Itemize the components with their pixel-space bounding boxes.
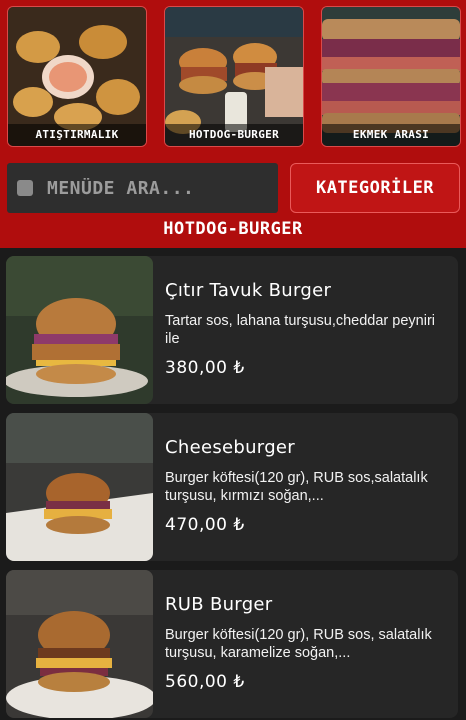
item-image-cheeseburger <box>6 413 153 561</box>
category-tile-atistirmalik[interactable]: ATIŞTIRMALIK <box>7 6 147 147</box>
category-label: EKMEK ARASI <box>322 124 460 146</box>
search-icon <box>17 180 33 196</box>
search-box[interactable] <box>7 163 278 213</box>
category-label: ATIŞTIRMALIK <box>8 124 146 146</box>
item-image-citir-tavuk-burger <box>6 256 153 404</box>
menu-item-card[interactable]: Çıtır Tavuk Burger Tartar sos, lahana tu… <box>6 256 458 404</box>
item-image-rub-burger <box>6 570 153 718</box>
item-name: RUB Burger <box>165 594 273 615</box>
section-title: HOTDOG-BURGER <box>163 219 303 239</box>
category-tile-ekmek-arasi[interactable]: EKMEK ARASI <box>321 6 461 147</box>
category-label: HOTDOG-BURGER <box>165 124 303 146</box>
menu-item-card[interactable]: Cheeseburger Burger köftesi(120 gr), RUB… <box>6 413 458 561</box>
item-description: Burger köftesi(120 gr), RUB sos,salatalı… <box>165 470 428 504</box>
categories-button[interactable]: KATEGORİLER <box>290 163 460 213</box>
search-input[interactable] <box>45 176 249 200</box>
item-name: Cheeseburger <box>165 437 295 458</box>
item-description: Burger köftesi(120 gr), RUB sos, salatal… <box>165 627 432 661</box>
menu-item-card[interactable]: RUB Burger Burger köftesi(120 gr), RUB s… <box>6 570 458 718</box>
category-tile-hotdog-burger[interactable]: HOTDOG-BURGER <box>164 6 304 147</box>
header-bar: ATIŞTIRMALIK HOTDOG-BURGER EKMEK ARASI M… <box>0 0 466 248</box>
item-price: 560,00 ₺ <box>165 672 245 692</box>
item-price: 470,00 ₺ <box>165 515 245 535</box>
item-price: 380,00 ₺ <box>165 358 245 378</box>
item-name: Çıtır Tavuk Burger <box>165 280 332 301</box>
item-description: Tartar sos, lahana turşusu,cheddar peyni… <box>165 313 436 347</box>
